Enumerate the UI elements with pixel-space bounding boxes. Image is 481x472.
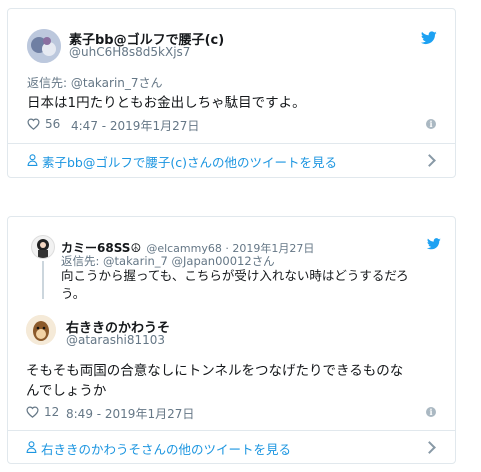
user-handle[interactable]: @uhC6H8s8d5kXjs7 [69, 45, 190, 59]
more-tweets-link[interactable]: 右ききのかわうそさんの他のツイートを見る [41, 439, 291, 458]
divider [8, 143, 455, 144]
tweet-card: 素子bb@ゴルフで腰子(c) @uhC6H8s8d5kXjs7 返信先: @ta… [7, 8, 456, 178]
user-handle[interactable]: @atarashi81103 [66, 333, 165, 347]
avatar-image [26, 315, 56, 345]
reply-suffix: さん [251, 254, 275, 268]
reply-to-link[interactable]: @takarin_7 [71, 76, 139, 90]
chevron-right-icon[interactable] [423, 154, 436, 167]
parent-tweet-line: う。 [61, 286, 86, 301]
chevron-right-icon[interactable] [423, 441, 436, 454]
parent-avatar[interactable] [31, 235, 55, 259]
reply-context: 返信先: @takarin_7さん [27, 74, 163, 91]
reply-prefix: 返信先: [61, 254, 104, 268]
more-tweets-link[interactable]: 素子bb@ゴルフで腰子(c)さんの他のツイートを見る [42, 152, 337, 171]
tweet-card: カミー68SS☮ @elcammy68 · 2019年1月27日 返信先: @t… [7, 216, 456, 464]
like-count[interactable]: 12 [44, 405, 59, 419]
avatar[interactable] [26, 315, 56, 345]
divider [8, 430, 455, 431]
heart-icon[interactable] [26, 406, 39, 418]
reply-to-link[interactable]: @takarin_7 @Japan00012 [103, 254, 252, 268]
avatar[interactable] [27, 29, 61, 63]
tweet-text: そもそも両国の合意なしにトンネルをつなげたりできるものな んでしょうか [26, 361, 403, 401]
parent-tweet-line: 向こうから握っても、こちらが受け入れない時はどうするだろ [61, 268, 409, 283]
twitter-bird-icon[interactable] [427, 238, 441, 250]
tweet-line: そもそも両国の合意なしにトンネルをつなげたりできるものな [26, 363, 404, 379]
info-icon[interactable]: i [426, 119, 436, 129]
reply-prefix: 返信先: [27, 76, 71, 90]
thread-line [42, 261, 44, 299]
like-count[interactable]: 56 [45, 117, 60, 131]
avatar-image [27, 29, 61, 63]
person-icon [26, 441, 37, 453]
info-icon[interactable]: i [426, 407, 436, 417]
timestamp[interactable]: 4:47 - 2019年1月27日 [71, 117, 199, 134]
reply-suffix: さん [138, 76, 163, 90]
heart-icon[interactable] [27, 118, 40, 130]
timestamp[interactable]: 8:49 - 2019年1月27日 [66, 405, 194, 422]
twitter-bird-icon[interactable] [421, 31, 437, 45]
tweet-text: 日本は1円たりともお金出しちゃ駄目ですよ。 [27, 95, 306, 111]
tweet-line: んでしょうか [26, 383, 107, 399]
person-icon [27, 154, 38, 166]
avatar-image [37, 239, 49, 258]
parent-tweet-text: 向こうから握っても、こちらが受け入れない時はどうするだろ う。 [61, 267, 409, 303]
